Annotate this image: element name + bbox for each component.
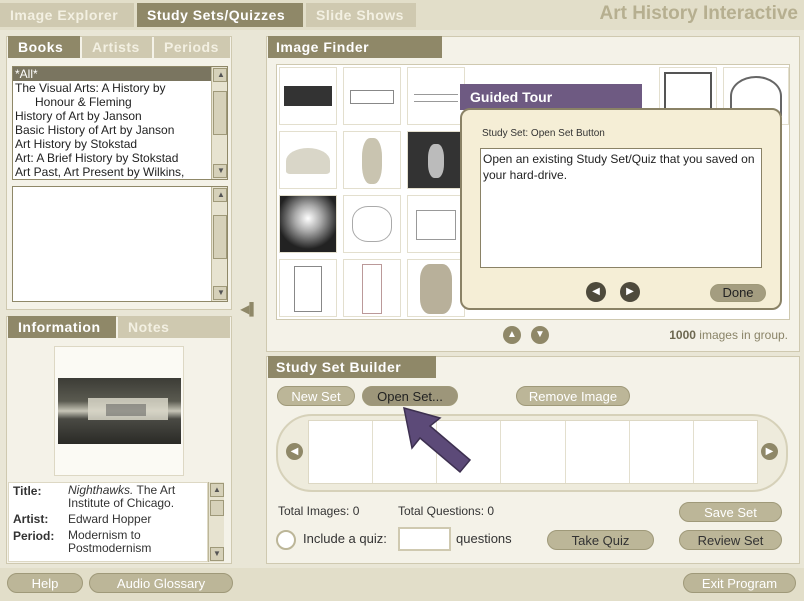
exit-program-button[interactable]: Exit Program [683, 573, 796, 593]
image-tray[interactable] [308, 420, 758, 484]
image-count-suffix: images in group. [699, 328, 788, 342]
list-item[interactable]: Art: A Brief History by Stokstad [13, 151, 227, 165]
guided-tour-header: Guided Tour [460, 84, 642, 110]
tour-prev-icon[interactable]: ◀ [586, 282, 606, 302]
tab-notes[interactable]: Notes [118, 316, 230, 338]
list-item[interactable]: Basic History of Art by Janson [13, 123, 227, 137]
tray-slot[interactable] [309, 421, 374, 483]
thumbnail[interactable] [407, 195, 465, 253]
image-count: 1000 images in group. [620, 328, 788, 342]
title-value-italic: Nighthawks. [68, 483, 134, 497]
thumbnail[interactable] [407, 67, 465, 125]
page-up-icon[interactable]: ▲ [503, 326, 521, 344]
tab-books[interactable]: Books [8, 36, 80, 58]
thumbnail[interactable] [407, 131, 465, 189]
collapse-toggle-icon[interactable]: ◀▌ [240, 302, 258, 316]
help-button[interactable]: Help [7, 573, 83, 593]
scroll-up-icon[interactable]: ▲ [210, 483, 224, 497]
tour-next-icon[interactable]: ▶ [620, 282, 640, 302]
thumbnail[interactable] [343, 195, 401, 253]
audio-glossary-button[interactable]: Audio Glossary [89, 573, 233, 593]
scroll-up-icon[interactable]: ▲ [213, 188, 227, 202]
list-item[interactable]: *All* [13, 67, 211, 81]
thumbnail[interactable] [343, 67, 401, 125]
thumbnail[interactable] [343, 259, 401, 317]
questions-label: questions [456, 531, 512, 546]
scroll-thumb[interactable] [210, 500, 224, 516]
scroll-down-icon[interactable]: ▼ [213, 286, 227, 300]
quiz-question-count-input[interactable] [398, 527, 451, 551]
thumbnail[interactable] [279, 67, 337, 125]
thumbnail[interactable] [279, 259, 337, 317]
period-value: Modernism to Postmodernism [68, 528, 152, 555]
tab-periods[interactable]: Periods [154, 36, 230, 58]
list-item[interactable]: Art History by Stokstad [13, 137, 227, 151]
list-item[interactable]: The Visual Arts: A History by [13, 81, 227, 95]
include-quiz-radio[interactable] [276, 530, 296, 550]
tab-slide-shows[interactable]: Slide Shows [306, 3, 416, 27]
scroll-thumb[interactable] [213, 91, 227, 135]
tab-image-explorer[interactable]: Image Explorer [0, 3, 134, 27]
tour-done-button[interactable]: Done [710, 284, 766, 302]
tab-study-sets[interactable]: Study Sets/Quizzes [137, 3, 303, 27]
image-finder-title: Image Finder [268, 36, 442, 58]
tray-slot[interactable] [694, 421, 757, 483]
total-images: Total Images: 0 [278, 504, 360, 518]
guided-tour-subtitle: Study Set: Open Set Button [482, 128, 605, 139]
pointer-arrow-icon [403, 406, 472, 474]
tray-prev-icon[interactable]: ◀ [286, 443, 303, 460]
tab-information[interactable]: Information [8, 316, 116, 338]
scroll-up-icon[interactable]: ▲ [213, 68, 227, 82]
artist-label: Artist: [13, 512, 49, 526]
take-quiz-button[interactable]: Take Quiz [547, 530, 654, 550]
tray-next-icon[interactable]: ▶ [761, 443, 778, 460]
tray-slot[interactable] [566, 421, 630, 483]
artist-list-scrollbar[interactable]: ▲ ▼ [211, 187, 227, 301]
title-value: Nighthawks. The Art Institute of Chicago… [68, 484, 204, 510]
info-scrollbar[interactable]: ▲ ▼ [208, 482, 224, 562]
thumbnail[interactable] [279, 131, 337, 189]
thumbnail[interactable] [279, 195, 337, 253]
tray-slot[interactable] [501, 421, 566, 483]
book-list[interactable]: *All* The Visual Arts: A History by Hono… [12, 66, 228, 180]
thumbnail[interactable] [407, 259, 465, 317]
remove-image-button[interactable]: Remove Image [516, 386, 630, 406]
list-item[interactable]: History of Art by Janson [13, 109, 227, 123]
artist-list[interactable]: ▲ ▼ [12, 186, 228, 302]
artist-value: Edward Hopper [68, 512, 152, 526]
review-set-button[interactable]: Review Set [679, 530, 782, 550]
open-set-button[interactable]: Open Set... [362, 386, 458, 406]
scroll-down-icon[interactable]: ▼ [210, 547, 224, 561]
include-quiz-label: Include a quiz: [303, 531, 387, 546]
page-down-icon[interactable]: ▼ [531, 326, 549, 344]
list-item[interactable]: Art Past, Art Present by Wilkins, [13, 165, 227, 179]
tab-artists[interactable]: Artists [82, 36, 152, 58]
tray-slot[interactable] [630, 421, 694, 483]
book-list-scrollbar[interactable]: ▲ ▼ [211, 67, 227, 179]
thumbnail[interactable] [343, 131, 401, 189]
app-title: Art History Interactive [599, 3, 798, 24]
period-label: Period: [13, 529, 55, 543]
guided-tour-dialog: Guided Tour Study Set: Open Set Button O… [460, 84, 782, 310]
image-count-number: 1000 [669, 328, 696, 342]
save-set-button[interactable]: Save Set [679, 502, 782, 522]
new-set-button[interactable]: New Set [277, 386, 355, 406]
scroll-down-icon[interactable]: ▼ [213, 164, 227, 178]
total-questions: Total Questions: 0 [398, 504, 495, 518]
guided-tour-text: Open an existing Study Set/Quiz that you… [480, 148, 762, 268]
list-item[interactable]: Honour & Fleming [13, 95, 227, 109]
study-set-builder-title: Study Set Builder [268, 356, 436, 378]
diner-figures [106, 404, 146, 416]
title-label: Title: [13, 484, 42, 498]
preview-image[interactable] [58, 378, 181, 444]
scroll-thumb[interactable] [213, 215, 227, 259]
